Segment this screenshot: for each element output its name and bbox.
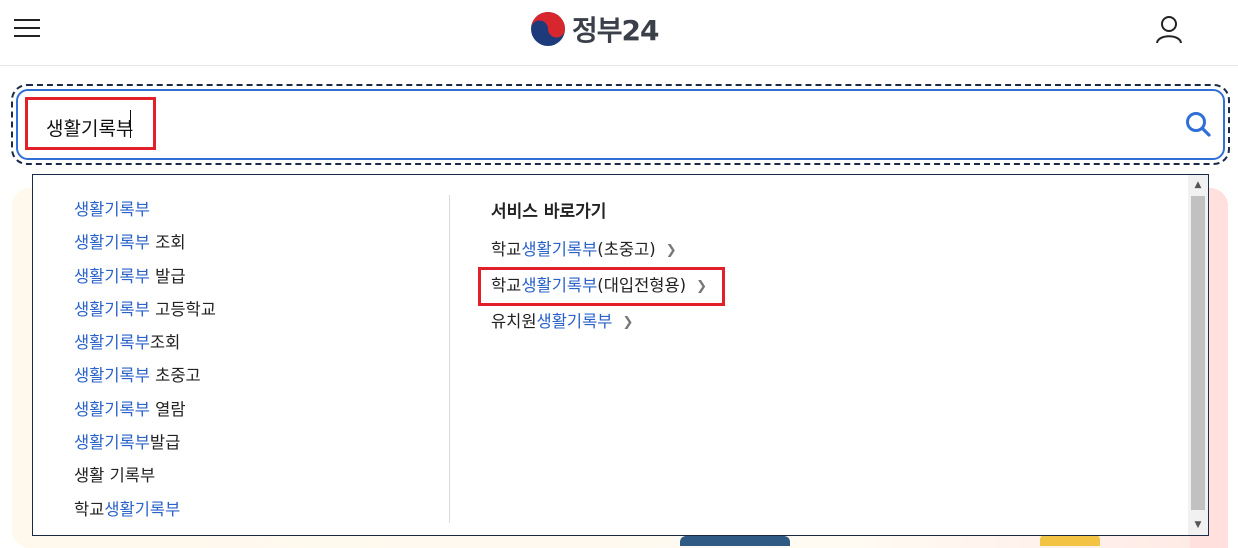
suggestion-rest: 생활 기록부	[74, 466, 156, 486]
service-shortcut-item[interactable]: 학교생활기록부(대입전형용) ❯	[491, 269, 707, 305]
suggestion-keyword: 생활기록부	[74, 299, 150, 319]
suggestion-keyword: 생활기록부	[74, 200, 150, 219]
chevron-right-icon: ❯	[665, 243, 677, 258]
suggestion-list: 생활기록부 생활기록부 조회 생활기록부 발급 생활기록부 고등학교 생활기록부…	[74, 195, 216, 528]
suggestion-item[interactable]: 생활기록부 열람	[74, 395, 216, 428]
suggestion-rest: 조회	[149, 333, 181, 353]
banner-illustration	[680, 536, 790, 546]
search-input[interactable]	[46, 111, 646, 143]
suggestion-keyword: 생활기록부	[74, 433, 150, 453]
suggestion-rest: 발급	[149, 266, 186, 286]
search-focus-ring	[16, 89, 1225, 160]
suggestion-rest: 고등학교	[149, 299, 216, 319]
column-divider	[449, 195, 450, 523]
suggestion-item[interactable]: 생활기록부	[74, 195, 216, 228]
suggestion-rest: 열람	[149, 399, 186, 419]
service-rest: (초중고)	[597, 240, 656, 259]
scroll-up-arrow-icon[interactable]: ▲	[1188, 175, 1208, 195]
suggestion-keyword: 생활기록부	[74, 399, 150, 419]
suggestion-item[interactable]: 생활기록부 초중고	[74, 361, 216, 394]
suggestion-keyword: 생활기록부	[104, 499, 181, 519]
logo-text: 정부24	[572, 14, 659, 47]
hamburger-menu-icon[interactable]	[14, 17, 40, 39]
service-prefix: 유치원	[491, 312, 537, 331]
suggestion-item[interactable]: 생활기록부발급	[74, 428, 216, 461]
service-prefix: 학교	[491, 240, 522, 259]
chevron-right-icon: ❯	[696, 279, 707, 294]
taegeuk-logo-icon	[531, 12, 565, 46]
suggestion-item[interactable]: 생활기록부 조회	[74, 228, 216, 261]
suggestion-rest: 초중고	[149, 366, 201, 386]
search-box	[11, 84, 1230, 165]
service-keyword: 생활기록부	[521, 240, 598, 259]
gov24-logo[interactable]: 정부24	[530, 10, 659, 48]
suggestion-rest: 조회	[149, 233, 186, 253]
service-prefix: 학교	[491, 276, 522, 295]
suggestion-keyword: 생활기록부	[74, 333, 150, 353]
header: 정부24	[0, 0, 1238, 66]
suggestion-item[interactable]: 생활기록부 고등학교	[74, 295, 216, 328]
suggestion-keyword: 생활기록부	[74, 366, 150, 386]
service-shortcut-item[interactable]: 학교생활기록부(초중고) ❯	[491, 233, 707, 269]
service-keyword: 생활기록부	[536, 312, 613, 331]
service-shortcut-list: 학교생활기록부(초중고) ❯ 학교생활기록부(대입전형용) ❯ 유치원생활기록부 ❯	[491, 233, 707, 341]
suggestion-item[interactable]: 학교생활기록부	[74, 495, 216, 528]
suggestion-keyword: 생활기록부	[74, 233, 150, 253]
suggestion-prefix: 학교	[74, 499, 105, 519]
user-icon[interactable]	[1153, 13, 1185, 45]
service-shortcut-title: 서비스 바로가기	[491, 202, 607, 222]
suggestion-keyword: 생활기록부	[74, 266, 150, 286]
suggestion-rest: 발급	[149, 433, 181, 453]
scroll-down-arrow-icon[interactable]: ▼	[1188, 515, 1208, 535]
suggestion-item[interactable]: 생활기록부조회	[74, 328, 216, 361]
service-keyword: 생활기록부	[521, 276, 598, 295]
suggestion-item[interactable]: 생활 기록부	[74, 461, 216, 494]
scroll-thumb[interactable]	[1191, 196, 1205, 510]
service-rest: (대입전형용)	[597, 276, 687, 295]
text-caret	[130, 110, 131, 138]
search-icon[interactable]	[1184, 110, 1212, 138]
autocomplete-dropdown: 생활기록부 생활기록부 조회 생활기록부 발급 생활기록부 고등학교 생활기록부…	[32, 174, 1209, 536]
service-shortcut-item[interactable]: 유치원생활기록부 ❯	[491, 305, 707, 341]
dropdown-scrollbar[interactable]: ▲ ▼	[1188, 175, 1208, 535]
suggestion-item[interactable]: 생활기록부 발급	[74, 262, 216, 295]
chevron-right-icon: ❯	[622, 315, 634, 330]
